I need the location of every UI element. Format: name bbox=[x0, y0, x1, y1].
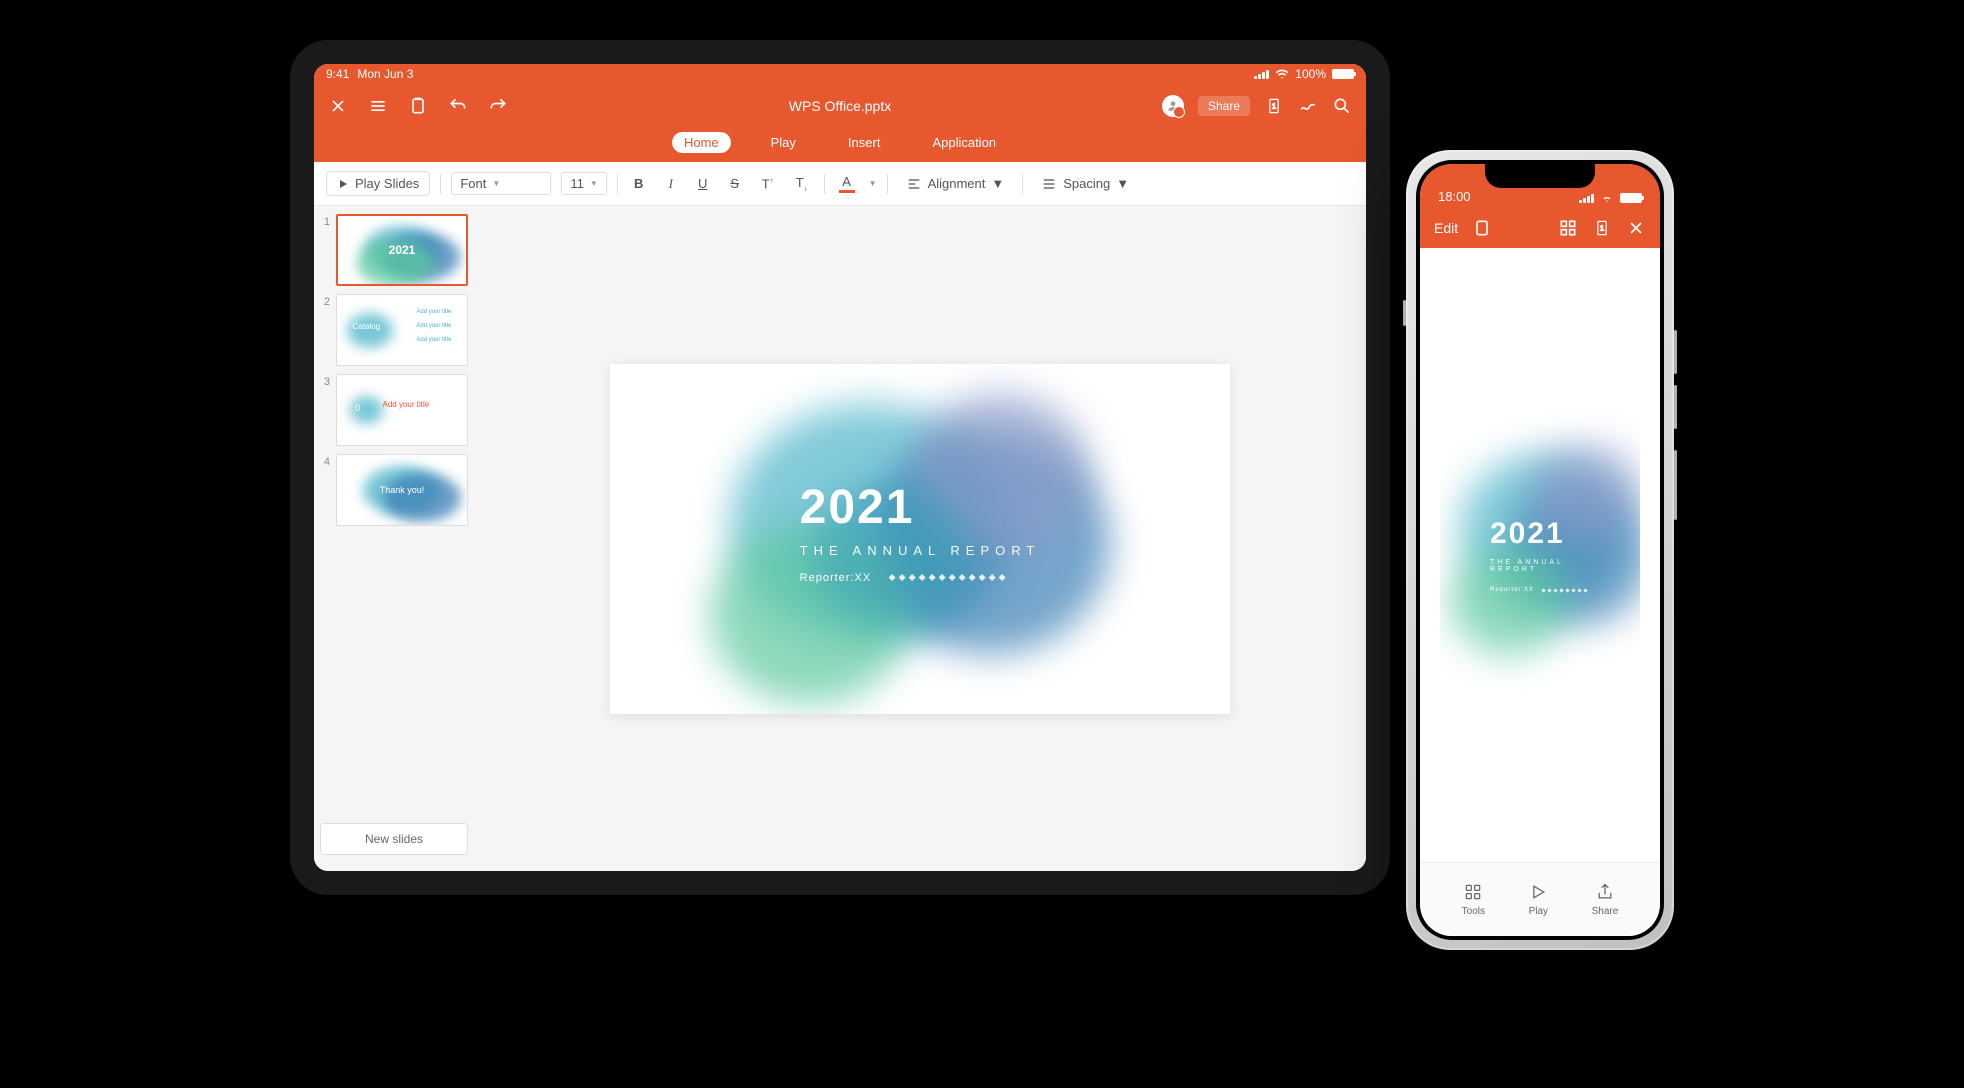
toolbar-divider bbox=[617, 174, 618, 194]
iphone-device: 18:00 Edit 1 bbox=[1406, 150, 1674, 950]
grid-view-icon[interactable] bbox=[1558, 218, 1578, 238]
underline-button[interactable]: U bbox=[692, 174, 714, 193]
close-icon[interactable] bbox=[328, 96, 348, 116]
slide-reporter: Reporter:XX bbox=[800, 572, 872, 584]
font-color-button[interactable]: A bbox=[835, 172, 859, 195]
wifi-icon bbox=[1599, 192, 1615, 204]
iphone-status-time: 18:00 bbox=[1438, 189, 1471, 204]
tab-home[interactable]: Home bbox=[672, 132, 731, 153]
cellular-signal-icon bbox=[1579, 194, 1594, 203]
redo-icon[interactable] bbox=[488, 96, 508, 116]
iphone-slide-year: 2021 bbox=[1490, 517, 1590, 551]
document-title: WPS Office.pptx bbox=[789, 98, 891, 114]
chevron-down-icon[interactable]: ▼ bbox=[869, 179, 877, 188]
tools-label: Tools bbox=[1462, 906, 1485, 917]
superscript-button[interactable]: T↑ bbox=[756, 174, 780, 193]
thumbnail-number: 2 bbox=[320, 294, 330, 366]
spacing-select[interactable]: Spacing ▼ bbox=[1033, 173, 1137, 195]
content-area: 1 2021 2 Catalog Add your title Add you bbox=[314, 206, 1366, 871]
tab-insert[interactable]: Insert bbox=[836, 132, 893, 153]
ipad-status-bar: 9:41 Mon Jun 3 100% bbox=[314, 64, 1366, 84]
volume-down-button bbox=[1674, 385, 1677, 429]
status-time: 9:41 bbox=[326, 67, 349, 81]
alignment-select[interactable]: Alignment ▼ bbox=[898, 173, 1013, 195]
thumbnail-number: 1 bbox=[320, 214, 330, 286]
play-button[interactable]: Play bbox=[1528, 882, 1548, 917]
battery-percent: 100% bbox=[1295, 67, 1326, 81]
search-icon[interactable] bbox=[1332, 96, 1352, 116]
slide-canvas[interactable]: 2021 THE ANNUAL REPORT Reporter:XX bbox=[610, 364, 1230, 714]
thumbnail-number: 4 bbox=[320, 454, 330, 526]
single-page-icon[interactable]: 1 bbox=[1592, 218, 1612, 238]
single-page-icon[interactable]: 1 bbox=[1264, 96, 1284, 116]
iphone-notch bbox=[1485, 164, 1595, 188]
slide-thumbnails-panel: 1 2021 2 Catalog Add your title Add you bbox=[314, 206, 474, 871]
slide-year: 2021 bbox=[800, 480, 1041, 535]
ribbon-tabs: Home Play Insert Application bbox=[314, 128, 1366, 162]
slide-thumbnail[interactable]: 1 2021 bbox=[320, 214, 468, 286]
wifi-icon bbox=[1275, 67, 1289, 81]
undo-icon[interactable] bbox=[448, 96, 468, 116]
bold-button[interactable]: B bbox=[628, 174, 650, 193]
close-icon[interactable] bbox=[1626, 218, 1646, 238]
iphone-slide-reporter: Reporter:XX bbox=[1490, 587, 1534, 593]
battery-icon bbox=[1332, 69, 1354, 79]
toolbar-divider bbox=[887, 174, 888, 194]
silence-switch bbox=[1403, 300, 1406, 326]
volume-up-button bbox=[1674, 330, 1677, 374]
strikethrough-button[interactable]: S bbox=[724, 174, 746, 193]
cellular-signal-icon bbox=[1254, 70, 1269, 79]
play-slides-button[interactable]: Play Slides bbox=[326, 171, 430, 196]
power-button bbox=[1674, 450, 1677, 520]
tab-play[interactable]: Play bbox=[759, 132, 808, 153]
font-family-select[interactable]: Font▼ bbox=[451, 172, 551, 195]
thumbnail-number: 3 bbox=[320, 374, 330, 446]
iphone-slide-canvas[interactable]: 2021 THE ANNUAL REPORT Reporter:XX bbox=[1440, 405, 1640, 705]
draw-icon[interactable] bbox=[1298, 96, 1318, 116]
battery-icon bbox=[1620, 193, 1642, 203]
toolbar-divider bbox=[824, 174, 825, 194]
play-label: Play bbox=[1529, 906, 1548, 917]
subscript-button[interactable]: T↓ bbox=[790, 173, 814, 195]
iphone-app-header: Edit 1 bbox=[1420, 208, 1660, 248]
svg-text:1: 1 bbox=[1600, 224, 1604, 233]
share-label: Share bbox=[1592, 906, 1619, 917]
chevron-down-icon: ▼ bbox=[1116, 176, 1129, 191]
iphone-bottom-toolbar: Tools Play Share bbox=[1420, 862, 1660, 936]
chevron-down-icon: ▼ bbox=[991, 176, 1004, 191]
app-header: WPS Office.pptx Share 1 bbox=[314, 84, 1366, 128]
decorative-dots bbox=[889, 575, 1004, 580]
tools-button[interactable]: Tools bbox=[1462, 882, 1485, 917]
chevron-down-icon: ▼ bbox=[590, 179, 598, 188]
italic-button[interactable]: I bbox=[660, 174, 682, 194]
formatting-toolbar: Play Slides Font▼ 11▼ B I U S T↑ T↓ A ▼ … bbox=[314, 162, 1366, 206]
chevron-down-icon: ▼ bbox=[492, 179, 500, 188]
slide-thumbnail[interactable]: 2 Catalog Add your title Add your title … bbox=[320, 294, 468, 366]
iphone-slide-area[interactable]: 2021 THE ANNUAL REPORT Reporter:XX bbox=[1420, 248, 1660, 862]
iphone-screen: 18:00 Edit 1 bbox=[1420, 164, 1660, 936]
clipboard-icon[interactable] bbox=[408, 96, 428, 116]
font-size-select[interactable]: 11▼ bbox=[561, 172, 606, 195]
decorative-dots bbox=[1542, 589, 1587, 592]
toolbar-divider bbox=[1022, 174, 1023, 194]
clipboard-icon[interactable] bbox=[1472, 218, 1492, 238]
user-avatar[interactable] bbox=[1162, 95, 1184, 117]
ipad-screen: 9:41 Mon Jun 3 100% WPS Office.pptx bbox=[314, 64, 1366, 871]
edit-button[interactable]: Edit bbox=[1434, 220, 1458, 236]
status-date: Mon Jun 3 bbox=[357, 67, 413, 81]
share-button[interactable]: Share bbox=[1198, 96, 1250, 116]
share-button[interactable]: Share bbox=[1592, 882, 1619, 917]
slide-thumbnail[interactable]: 3 0 Add your title bbox=[320, 374, 468, 446]
ipad-device: 9:41 Mon Jun 3 100% WPS Office.pptx bbox=[290, 40, 1390, 895]
new-slides-button[interactable]: New slides bbox=[320, 823, 468, 855]
toolbar-divider bbox=[440, 174, 441, 194]
slide-canvas-area[interactable]: 2021 THE ANNUAL REPORT Reporter:XX bbox=[474, 206, 1366, 871]
play-slides-label: Play Slides bbox=[355, 176, 419, 191]
svg-text:1: 1 bbox=[1272, 102, 1276, 111]
menu-icon[interactable] bbox=[368, 96, 388, 116]
iphone-slide-subtitle: THE ANNUAL REPORT bbox=[1490, 559, 1590, 573]
slide-thumbnail[interactable]: 4 Thank you! bbox=[320, 454, 468, 526]
tab-application[interactable]: Application bbox=[920, 132, 1008, 153]
slide-subtitle: THE ANNUAL REPORT bbox=[800, 543, 1041, 558]
